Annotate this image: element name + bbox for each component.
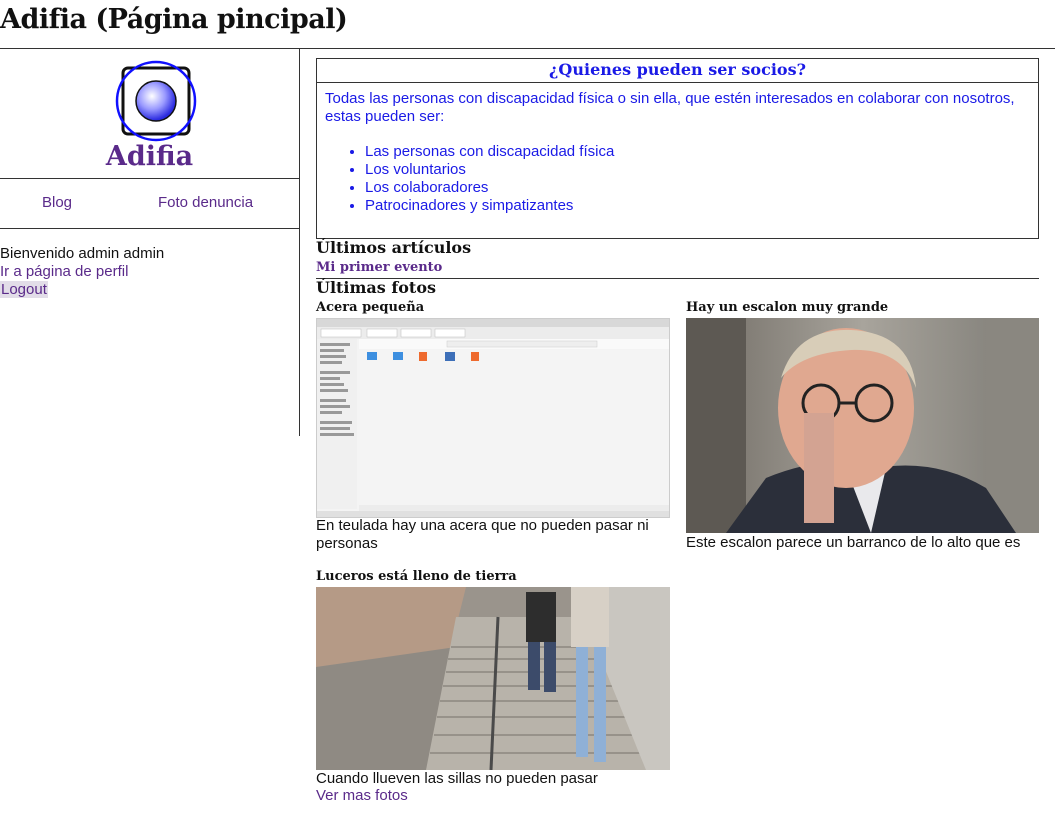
- socios-intro: Todas las personas con discapacidad físi…: [325, 90, 1015, 125]
- photo-title: Luceros está lleno de tierra: [316, 569, 517, 584]
- article-link[interactable]: Mi primer evento: [316, 260, 442, 275]
- brand-name: Adifia: [105, 141, 194, 172]
- photos-heading: Últimas fotos: [316, 278, 436, 297]
- person-photo-icon: [686, 318, 1039, 533]
- logo[interactable]: Adifia: [0, 49, 299, 179]
- photo-caption: Cuando llueven las sillas no pueden pasa…: [316, 770, 598, 787]
- photo-image-stairs[interactable]: [316, 587, 670, 770]
- articles-heading: Últimos artículos: [316, 238, 472, 257]
- logo-icon: [115, 60, 197, 142]
- list-item: Las personas con discapacidad física: [365, 143, 614, 161]
- list-item: Los voluntarios: [365, 161, 614, 179]
- welcome-text: Bienvenido admin admin: [0, 245, 165, 262]
- stairs-photo-icon: [316, 587, 670, 770]
- photo-image-file-manager[interactable]: [316, 318, 670, 518]
- file-manager-screenshot-icon: [317, 319, 669, 517]
- nav-blog-link[interactable]: Blog: [42, 194, 72, 211]
- more-photos-link[interactable]: Ver mas fotos: [316, 787, 408, 804]
- photo-caption: En teulada hay una acera que no pueden p…: [316, 517, 649, 552]
- photo-image-man[interactable]: [686, 318, 1039, 533]
- photo-title: Acera pequeña: [316, 300, 425, 315]
- logout-link[interactable]: Logout: [0, 281, 48, 298]
- sidebar: Adifia Blog Foto denuncia Bienvenido adm…: [0, 49, 300, 436]
- socios-panel: ¿Quienes pueden ser socios? Todas las pe…: [316, 58, 1039, 239]
- page-title: Adifia (Página pincipal): [0, 4, 348, 35]
- list-item: Los colaboradores: [365, 179, 614, 197]
- socios-list: Las personas con discapacidad física Los…: [365, 143, 614, 215]
- sidebar-divider: [0, 228, 299, 229]
- socios-heading: ¿Quienes pueden ser socios?: [317, 59, 1038, 83]
- photo-title: Hay un escalon muy grande: [686, 300, 889, 315]
- list-item: Patrocinadores y simpatizantes: [365, 197, 614, 215]
- photo-caption: Este escalon parece un barranco de lo al…: [686, 534, 1021, 551]
- sidebar-divider: [0, 178, 299, 179]
- profile-link[interactable]: Ir a página de perfil: [0, 263, 128, 280]
- nav-foto-denuncia-link[interactable]: Foto denuncia: [158, 194, 253, 211]
